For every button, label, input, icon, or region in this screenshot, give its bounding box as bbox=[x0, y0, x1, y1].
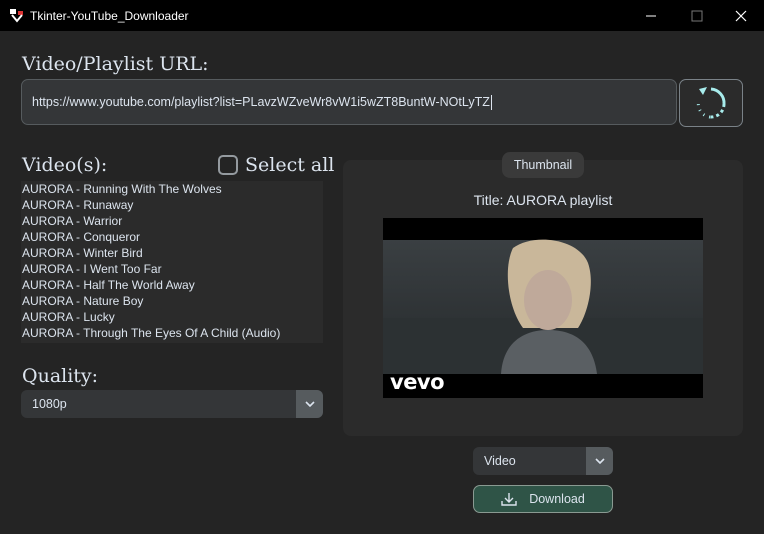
download-button-label: Download bbox=[529, 492, 585, 506]
thumbnail-label: Thumbnail bbox=[502, 152, 584, 178]
download-type-dropdown-arrow[interactable] bbox=[586, 447, 613, 475]
download-icon bbox=[501, 493, 517, 506]
minimize-icon bbox=[646, 15, 656, 16]
url-input[interactable]: https://www.youtube.com/playlist?list=PL… bbox=[21, 79, 677, 125]
download-type-dropdown[interactable]: Video bbox=[473, 447, 613, 475]
list-item[interactable]: AURORA - Nature Boy bbox=[21, 293, 323, 309]
close-icon bbox=[735, 10, 747, 21]
refresh-icon bbox=[696, 87, 726, 119]
refresh-button[interactable] bbox=[679, 79, 743, 127]
maximize-button[interactable] bbox=[674, 0, 720, 31]
thumbnail-image: vevo bbox=[383, 218, 703, 398]
url-label: Video/Playlist URL: bbox=[22, 53, 209, 75]
title-bar: Tkinter-YouTube_Downloader bbox=[0, 0, 764, 31]
quality-dropdown-arrow[interactable] bbox=[296, 390, 323, 418]
list-item[interactable]: AURORA - Lucky bbox=[21, 309, 323, 325]
quality-value: 1080p bbox=[32, 397, 67, 411]
download-type-value: Video bbox=[484, 454, 516, 468]
list-item[interactable]: AURORA - I Went Too Far bbox=[21, 261, 323, 277]
quality-dropdown[interactable]: 1080p bbox=[21, 390, 323, 418]
list-item[interactable]: AURORA - Conqueror bbox=[21, 229, 323, 245]
url-input-value: https://www.youtube.com/playlist?list=PL… bbox=[32, 95, 490, 109]
quality-label: Quality: bbox=[22, 365, 99, 387]
videos-label: Video(s): bbox=[22, 154, 108, 176]
video-list[interactable]: AURORA - Running With The Wolves AURORA … bbox=[21, 181, 323, 343]
list-item[interactable]: AURORA - Running With The Wolves bbox=[21, 181, 323, 197]
list-item[interactable]: AURORA - Runaway bbox=[21, 197, 323, 213]
list-item[interactable]: AURORA - Winter Bird bbox=[21, 245, 323, 261]
chevron-down-icon bbox=[304, 401, 315, 407]
vevo-watermark: vevo bbox=[390, 370, 445, 394]
select-all-label: Select all bbox=[245, 154, 335, 176]
download-button[interactable]: Download bbox=[473, 485, 613, 513]
minimize-button[interactable] bbox=[628, 0, 674, 31]
list-item[interactable]: AURORA - Through The Eyes Of A Child (Au… bbox=[21, 325, 323, 341]
checkbox-box[interactable] bbox=[218, 155, 238, 175]
text-caret bbox=[490, 94, 492, 110]
chevron-down-icon bbox=[594, 458, 605, 464]
close-button[interactable] bbox=[718, 0, 764, 31]
thumbnail-title: Title: AURORA playlist bbox=[473, 192, 613, 208]
app-icon bbox=[10, 9, 23, 23]
select-all-checkbox[interactable]: Select all bbox=[218, 154, 334, 176]
list-item[interactable]: AURORA - Warrior bbox=[21, 213, 323, 229]
window-title: Tkinter-YouTube_Downloader bbox=[30, 9, 189, 23]
maximize-icon bbox=[691, 10, 703, 21]
list-item[interactable]: AURORA - Half The World Away bbox=[21, 277, 323, 293]
